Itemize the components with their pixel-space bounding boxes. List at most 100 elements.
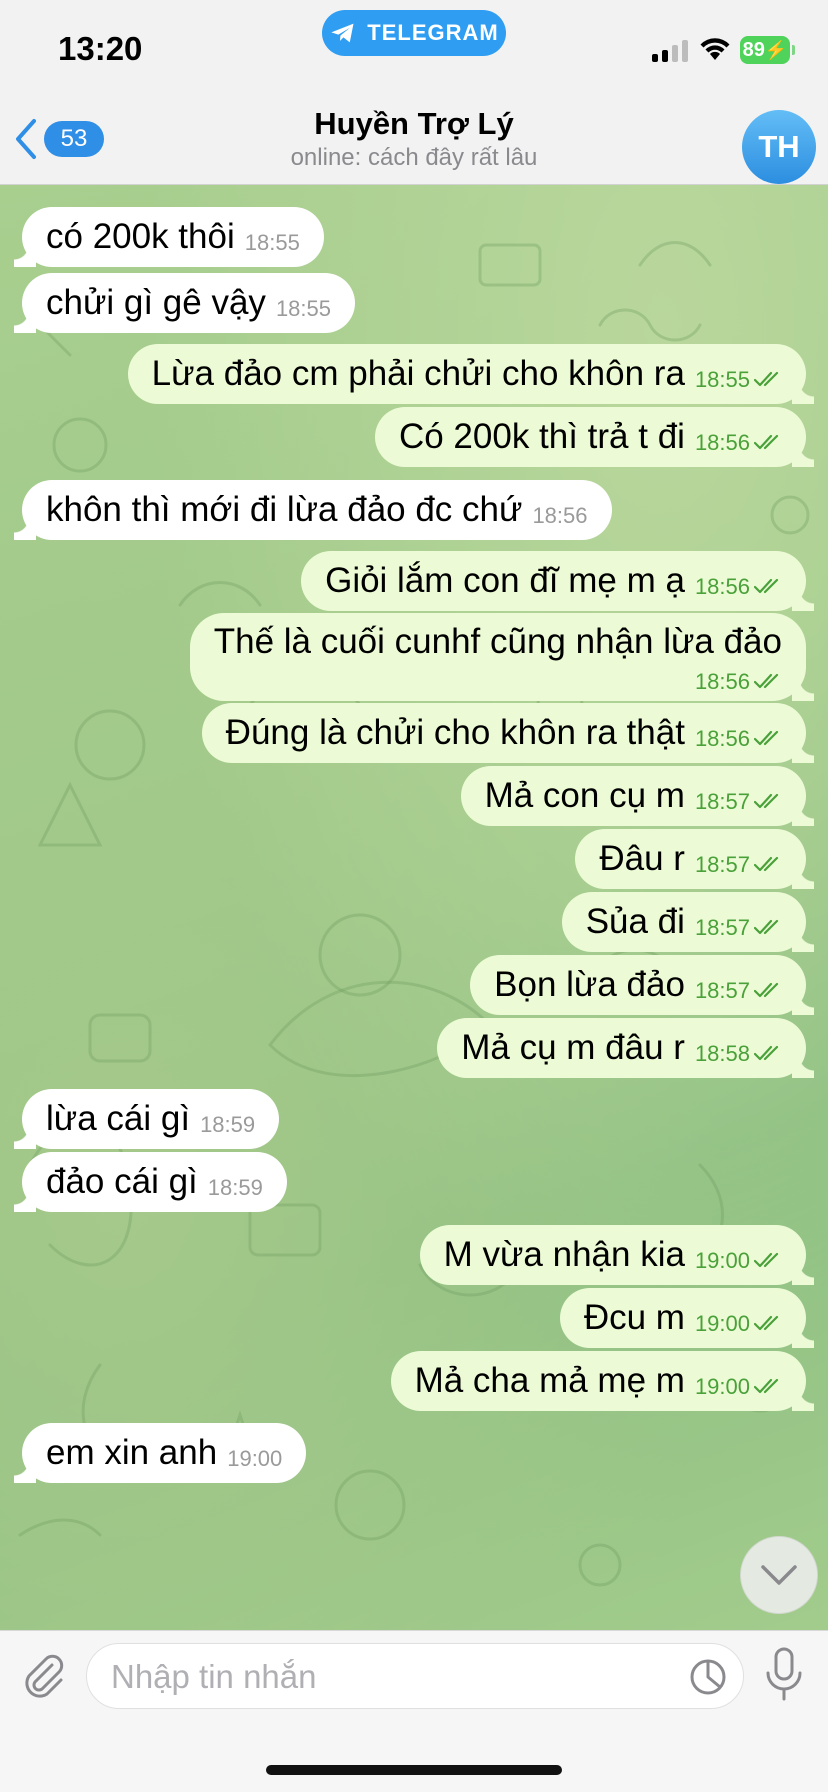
- message-time: 18:56: [694, 574, 750, 599]
- outgoing-message[interactable]: Lừa đảo cm phải chửi cho khôn ra 18:55: [127, 344, 815, 404]
- outgoing-message[interactable]: Mả cụ m đâu r 18:58: [437, 1018, 814, 1078]
- outgoing-message[interactable]: Giỏi lắm con đĩ mẹ m ạ 18:56: [301, 551, 814, 611]
- message-meta: 18:55: [245, 227, 300, 259]
- message-time: 18:55: [694, 367, 750, 392]
- message-text: Đâu r: [599, 839, 685, 878]
- message-text: Đúng là chửi cho khôn ra thật: [225, 713, 685, 752]
- message-text: Giỏi lắm con đĩ mẹ m ạ: [325, 561, 685, 600]
- status-bar: 13:20 TELEGRAM 89 ⚡: [0, 0, 828, 100]
- read-ticks-icon: [754, 371, 779, 387]
- outgoing-message[interactable]: Đâu r 18:57: [575, 829, 814, 889]
- read-ticks-icon: [754, 730, 779, 746]
- message-time: 19:00: [694, 1248, 750, 1273]
- message-text: M vừa nhận kia: [443, 1235, 685, 1274]
- message-text: Đcu m: [583, 1298, 685, 1337]
- message-text: em xin anh: [46, 1433, 218, 1472]
- read-ticks-icon: [754, 982, 779, 998]
- message-time: 18:59: [207, 1175, 263, 1200]
- message-meta: 18:56: [695, 723, 782, 755]
- message-time: 18:56: [532, 503, 588, 528]
- message-field[interactable]: [86, 1643, 744, 1709]
- message-meta: 18:57: [695, 786, 782, 818]
- message-meta: 18:57: [695, 912, 782, 944]
- contact-status: online: cách đây rất lâu: [290, 144, 538, 171]
- message-list[interactable]: có 200k thôi 18:55 chửi gì gê vậy 18:55 Lừa …: [0, 185, 828, 1630]
- message-time: 18:57: [694, 789, 750, 814]
- outgoing-message[interactable]: Có 200k thì trả t đi 18:56: [374, 407, 815, 467]
- contact-name: Huyền Trợ Lý: [314, 106, 514, 141]
- cellular-signal-icon: [652, 40, 688, 62]
- back-button[interactable]: 53: [14, 118, 104, 160]
- chevron-left-icon: [16, 119, 36, 159]
- microphone-icon[interactable]: [760, 1645, 808, 1703]
- read-ticks-icon: [754, 1315, 779, 1331]
- app-pill-label: TELEGRAM: [367, 20, 499, 45]
- incoming-message[interactable]: lừa cái gì 18:59: [13, 1089, 280, 1149]
- message-time: 18:56: [694, 669, 750, 694]
- read-ticks-icon: [754, 1252, 779, 1268]
- message-time: 18:56: [694, 726, 750, 751]
- message-time: 18:56: [694, 430, 750, 455]
- unread-count-badge: 53: [44, 121, 104, 157]
- message-text: Mả cụ m đâu r: [461, 1028, 685, 1067]
- message-time: 18:58: [694, 1041, 750, 1066]
- message-text: chửi gì gê vậy: [46, 283, 266, 322]
- message-text: lừa cái gì: [46, 1099, 191, 1138]
- paperclip-icon[interactable]: [18, 1651, 66, 1699]
- message-text: có 200k thôi: [46, 217, 235, 256]
- incoming-message[interactable]: có 200k thôi 18:55: [14, 207, 324, 267]
- read-ticks-icon: [754, 434, 779, 450]
- read-ticks-icon: [754, 578, 779, 594]
- scroll-to-bottom-button[interactable]: [740, 1536, 818, 1614]
- message-time: 18:55: [275, 296, 331, 321]
- outgoing-message[interactable]: Thế là cuối cunhf cũng nhận lừa đảo 18:56: [189, 613, 815, 703]
- message-input[interactable]: [109, 1652, 673, 1702]
- message-text: Bọn lừa đảo: [494, 965, 685, 1004]
- message-text: Mả con cụ m: [484, 776, 685, 815]
- telegram-plane-icon: [331, 23, 354, 43]
- outgoing-message[interactable]: Bọn lừa đảo 18:57: [470, 955, 814, 1015]
- message-time: 18:57: [694, 978, 750, 1003]
- message-text: đảo cái gì: [46, 1162, 198, 1201]
- read-ticks-icon: [754, 793, 779, 809]
- read-ticks-icon: [754, 919, 779, 935]
- message-time: 19:00: [694, 1374, 750, 1399]
- sticker-icon[interactable]: [689, 1658, 727, 1696]
- battery-level: 89: [742, 38, 765, 61]
- message-text: khôn thì mới đi lừa đảo đc chứ: [46, 490, 523, 529]
- message-meta: 18:55: [276, 293, 331, 325]
- message-meta: 19:00: [227, 1443, 282, 1475]
- message-meta: 19:00: [695, 1308, 782, 1340]
- outgoing-message[interactable]: Sủa đi 18:57: [561, 892, 815, 952]
- outgoing-message[interactable]: M vừa nhận kia 19:00: [419, 1225, 815, 1285]
- message-meta: 18:56: [695, 427, 782, 459]
- outgoing-message[interactable]: Mả con cụ m 18:57: [460, 766, 815, 826]
- message-time: 18:55: [244, 230, 300, 255]
- message-meta: 18:57: [695, 849, 782, 881]
- message-text: Mả cha mả mẹ m: [414, 1361, 685, 1400]
- incoming-message[interactable]: khôn thì mới đi lừa đảo đc chứ 18:56: [14, 480, 612, 540]
- outgoing-message[interactable]: Đcu m 19:00: [559, 1288, 815, 1348]
- incoming-message[interactable]: đảo cái gì 18:59: [14, 1152, 287, 1212]
- message-meta: 18:58: [695, 1038, 782, 1070]
- chat-header: 53 Huyền Trợ Lý online: cách đây rất lâu…: [0, 100, 828, 185]
- message-text: Sủa đi: [585, 902, 685, 941]
- avatar[interactable]: TH: [742, 110, 816, 184]
- read-ticks-icon: [754, 1045, 779, 1061]
- read-ticks-icon: [754, 673, 779, 689]
- message-meta: 18:56: [695, 571, 782, 603]
- telegram-app-pill[interactable]: TELEGRAM: [322, 10, 506, 56]
- status-time: 13:20: [58, 30, 143, 67]
- outgoing-message[interactable]: Mả cha mả mẹ m 19:00: [390, 1351, 815, 1411]
- outgoing-message[interactable]: Đúng là chửi cho khôn ra thật 18:56: [201, 703, 815, 763]
- message-meta: 18:56: [224, 661, 782, 703]
- chat-title[interactable]: Huyền Trợ Lý online: cách đây rất lâu: [200, 106, 628, 172]
- wifi-icon: [700, 38, 730, 60]
- message-meta: 18:55: [695, 364, 782, 396]
- incoming-message[interactable]: em xin anh 19:00: [13, 1423, 307, 1483]
- telegram-chat-screen: 13:20 TELEGRAM 89 ⚡ 53 Huyền Trợ Lý onlin…: [0, 0, 828, 1792]
- message-meta: 19:00: [695, 1371, 782, 1403]
- battery-icon: 89 ⚡: [740, 36, 795, 64]
- incoming-message[interactable]: chửi gì gê vậy 18:55: [14, 273, 355, 333]
- message-meta: 18:56: [532, 500, 587, 532]
